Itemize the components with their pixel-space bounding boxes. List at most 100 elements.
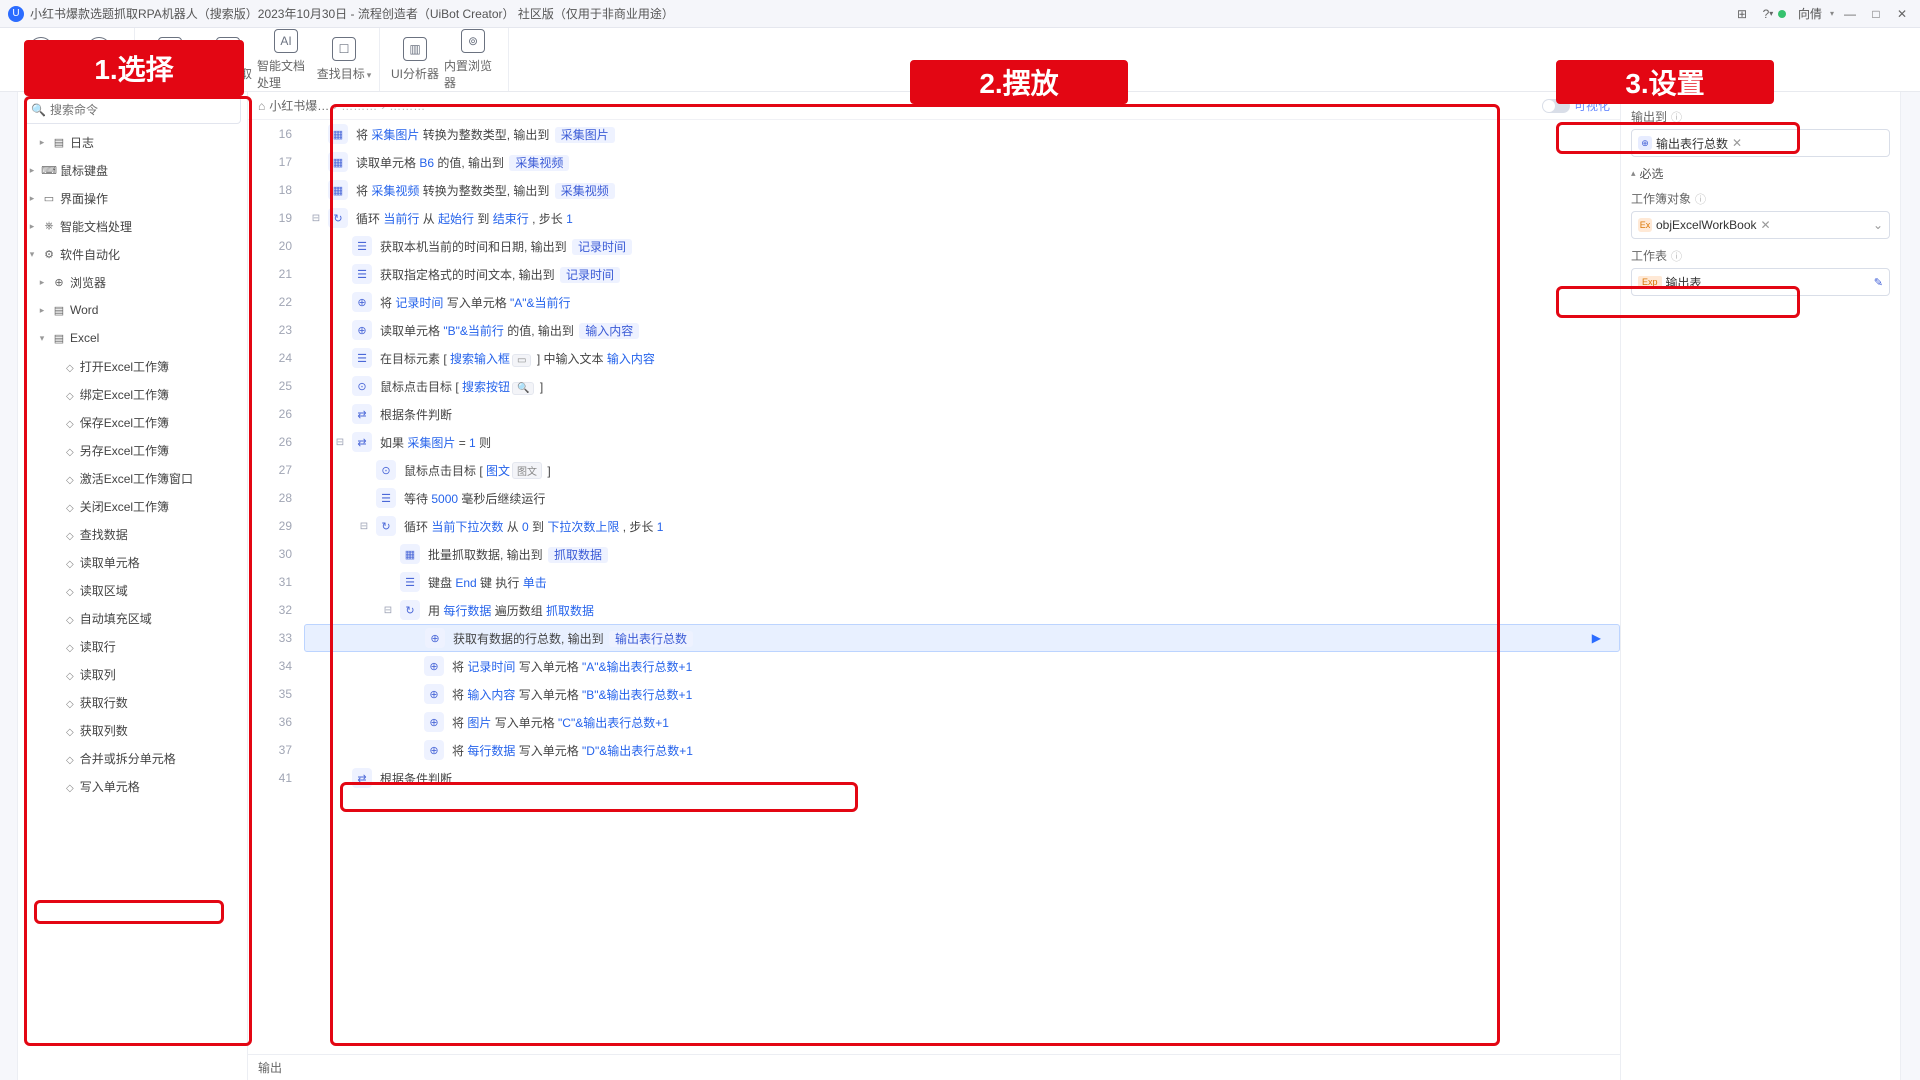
help-icon[interactable]: ⓘ: [1695, 191, 1706, 207]
home-icon[interactable]: ⌂: [258, 99, 265, 113]
search-input[interactable]: [50, 103, 234, 117]
tree-item[interactable]: 读取列: [18, 660, 247, 688]
tree-item[interactable]: ▸▤Word: [18, 296, 247, 324]
tree-item[interactable]: 读取区域: [18, 576, 247, 604]
step-icon: ▦: [400, 544, 420, 564]
step-icon: ↻: [400, 600, 420, 620]
crumb-leaf[interactable]: ………: [389, 99, 425, 113]
code-line[interactable]: 17▦读取单元格 B6 的值, 输出到 采集视频: [248, 148, 1620, 176]
code-line[interactable]: 41⇄根据条件判断: [248, 764, 1620, 792]
command-tree: ▸▤日志▸⌨鼠标键盘▸▭界面操作▸⎈智能文档处理▾⚙软件自动化▸⊕浏览器▸▤Wo…: [18, 128, 247, 1080]
toolbar: ■停止 ⏱时间线▾ ▶录制 ⇩数据抓取 AI智能文档处理 ☐查找目标▾ ▥UI分…: [0, 28, 1920, 92]
step-icon: ↻: [376, 516, 396, 536]
help-icon[interactable]: ⓘ: [1671, 109, 1682, 125]
tree-item[interactable]: 保存Excel工作簿: [18, 408, 247, 436]
tree-item[interactable]: 激活Excel工作簿窗口: [18, 464, 247, 492]
required-section[interactable]: 必选: [1640, 165, 1664, 182]
ui-analyzer-button[interactable]: ▥UI分析器: [386, 28, 444, 91]
command-search[interactable]: 🔍: [24, 96, 241, 124]
maximize-icon[interactable]: □: [1866, 4, 1886, 24]
builtin-browser-button[interactable]: ⊚内置浏览器: [444, 28, 502, 91]
remove-chip[interactable]: ✕: [1761, 218, 1771, 232]
stop-button[interactable]: ■停止: [12, 28, 70, 91]
tree-item[interactable]: ▸▭界面操作: [18, 184, 247, 212]
code-line[interactable]: 36⊕将 图片 写入单元格 "C"&输出表行总数+1: [248, 708, 1620, 736]
tree-item[interactable]: ▾▤Excel: [18, 324, 247, 352]
chevron-down-icon[interactable]: ⌄: [1873, 218, 1883, 232]
output-bar[interactable]: 输出: [248, 1054, 1620, 1080]
code-line[interactable]: 16▦将 采集图片 转换为整数类型, 输出到 采集图片: [248, 120, 1620, 148]
tree-item[interactable]: ▸▤日志: [18, 128, 247, 156]
record-button[interactable]: ▶录制: [141, 28, 199, 91]
code-line[interactable]: 20☰获取本机当前的时间和日期, 输出到 记录时间: [248, 232, 1620, 260]
tree-item[interactable]: 合并或拆分单元格: [18, 744, 247, 772]
tree-item[interactable]: 写入单元格: [18, 772, 247, 800]
remove-chip[interactable]: ✕: [1732, 136, 1742, 150]
help-icon[interactable]: ?▾: [1758, 4, 1778, 24]
status-dot: [1778, 10, 1786, 18]
code-editor[interactable]: 16▦将 采集图片 转换为整数类型, 输出到 采集图片17▦读取单元格 B6 的…: [248, 120, 1620, 1054]
fold-icon[interactable]: ⊟: [384, 605, 392, 616]
code-line[interactable]: 27⊙鼠标点击目标 [ 图文图文 ]: [248, 456, 1620, 484]
crumb-root[interactable]: 小红书爆…: [269, 97, 329, 114]
code-line[interactable]: 37⊕将 每行数据 写入单元格 "D"&输出表行总数+1: [248, 736, 1620, 764]
tree-item[interactable]: ▾⚙软件自动化: [18, 240, 247, 268]
tree-item[interactable]: 打开Excel工作簿: [18, 352, 247, 380]
tree-item[interactable]: 绑定Excel工作簿: [18, 380, 247, 408]
user-name[interactable]: 向倩: [1798, 5, 1822, 22]
code-line[interactable]: 22⊕将 记录时间 写入单元格 "A"&当前行: [248, 288, 1620, 316]
tree-item[interactable]: 获取行数: [18, 688, 247, 716]
editor-area: ⌂ 小红书爆… › ……… › ……… 可视化 16▦将 采集图片 转换为整数类…: [248, 92, 1620, 1080]
worksheet-field[interactable]: Exp 输出表 ✎: [1631, 268, 1890, 296]
tree-item[interactable]: 读取行: [18, 632, 247, 660]
code-line[interactable]: 32⊟↻用 每行数据 遍历数组 抓取数据: [248, 596, 1620, 624]
code-line[interactable]: 26⇄根据条件判断: [248, 400, 1620, 428]
code-line[interactable]: 25⊙鼠标点击目标 [ 搜索按钮🔍 ]: [248, 372, 1620, 400]
tree-item[interactable]: ▸⎈智能文档处理: [18, 212, 247, 240]
worksheet-label: 工作表: [1631, 247, 1667, 264]
var-icon: ⊕: [1638, 136, 1652, 150]
run-icon[interactable]: ▶: [1592, 631, 1601, 645]
code-line[interactable]: 24☰在目标元素 [ 搜索输入框▭ ] 中输入文本 输入内容: [248, 344, 1620, 372]
code-line[interactable]: 19⊟↻循环 当前行 从 起始行 到 结束行 , 步长 1: [248, 204, 1620, 232]
code-line[interactable]: 33⊕获取有数据的行总数, 输出到 输出表行总数▶: [248, 624, 1620, 652]
code-line[interactable]: 23⊕读取单元格 "B"&当前行 的值, 输出到 输入内容: [248, 316, 1620, 344]
visual-toggle[interactable]: [1542, 99, 1570, 113]
code-line[interactable]: 29⊟↻循环 当前下拉次数 从 0 到 下拉次数上限 , 步长 1: [248, 512, 1620, 540]
code-line[interactable]: 21☰获取指定格式的时间文本, 输出到 记录时间: [248, 260, 1620, 288]
code-line[interactable]: 31☰键盘 End 键 执行 单击: [248, 568, 1620, 596]
tree-item[interactable]: 自动填充区域: [18, 604, 247, 632]
code-line[interactable]: 30▦批量抓取数据, 输出到 抓取数据: [248, 540, 1620, 568]
step-icon: ⊕: [352, 320, 372, 340]
tree-item[interactable]: ▸⌨鼠标键盘: [18, 156, 247, 184]
tree-item[interactable]: 读取单元格: [18, 548, 247, 576]
find-target-button[interactable]: ☐查找目标▾: [315, 28, 373, 91]
crumb-mid[interactable]: ………: [341, 99, 377, 113]
code-line[interactable]: 34⊕将 记录时间 写入单元格 "A"&输出表行总数+1: [248, 652, 1620, 680]
code-line[interactable]: 26⊟⇄如果 采集图片 = 1 则: [248, 428, 1620, 456]
code-line[interactable]: 18▦将 采集视频 转换为整数类型, 输出到 采集视频: [248, 176, 1620, 204]
close-icon[interactable]: ✕: [1892, 4, 1912, 24]
minimize-icon[interactable]: —: [1840, 4, 1860, 24]
help-icon[interactable]: ⓘ: [1671, 248, 1682, 264]
edit-icon[interactable]: ✎: [1874, 276, 1883, 289]
tree-item[interactable]: ▸⊕浏览器: [18, 268, 247, 296]
fold-icon[interactable]: ⊟: [360, 521, 368, 532]
workbook-field[interactable]: ExobjExcelWorkBook✕ ⌄: [1631, 211, 1890, 239]
step-icon: ▦: [328, 152, 348, 172]
grid-icon[interactable]: ⊞: [1732, 4, 1752, 24]
code-line[interactable]: 28☰等待 5000 毫秒后继续运行: [248, 484, 1620, 512]
data-scrape-button[interactable]: ⇩数据抓取: [199, 28, 257, 91]
smart-doc-button[interactable]: AI智能文档处理: [257, 28, 315, 91]
timeline-button[interactable]: ⏱时间线▾: [70, 28, 128, 91]
output-to-field[interactable]: ⊕输出表行总数✕: [1631, 129, 1890, 157]
tree-item[interactable]: 另存Excel工作簿: [18, 436, 247, 464]
app-logo: U: [8, 6, 24, 22]
tree-item[interactable]: 查找数据: [18, 520, 247, 548]
fold-icon[interactable]: ⊟: [336, 437, 344, 448]
fold-icon[interactable]: ⊟: [312, 213, 320, 224]
step-icon: ↻: [328, 208, 348, 228]
code-line[interactable]: 35⊕将 输入内容 写入单元格 "B"&输出表行总数+1: [248, 680, 1620, 708]
tree-item[interactable]: 获取列数: [18, 716, 247, 744]
tree-item[interactable]: 关闭Excel工作簿: [18, 492, 247, 520]
